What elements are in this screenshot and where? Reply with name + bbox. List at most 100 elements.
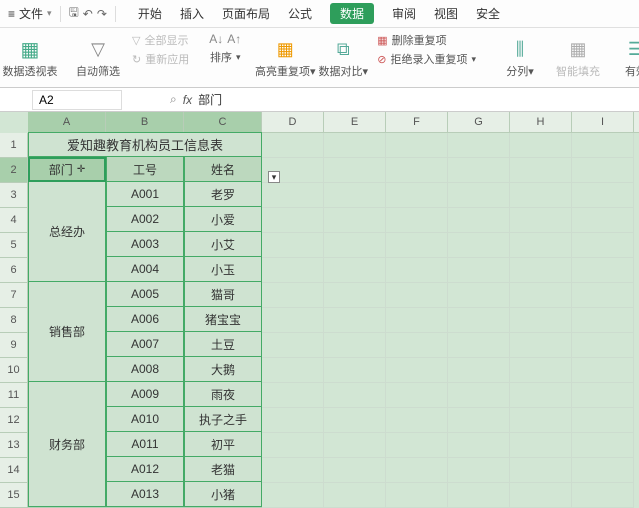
columns-button[interactable]: ⫼ 分列▾ (496, 32, 544, 84)
cell[interactable] (510, 333, 572, 358)
cell[interactable] (510, 458, 572, 483)
table-cell[interactable]: A010 (106, 407, 184, 432)
table-cell[interactable]: 小爱 (184, 207, 262, 232)
cell[interactable] (510, 433, 572, 458)
tab-start[interactable]: 开始 (138, 3, 162, 24)
undo-icon[interactable]: ↶ (83, 7, 93, 21)
file-menu[interactable]: ≡ 文件 ▾ (8, 5, 52, 22)
cell[interactable] (386, 208, 448, 233)
cell[interactable] (510, 483, 572, 508)
cell[interactable] (324, 208, 386, 233)
table-cell[interactable]: A009 (106, 382, 184, 407)
cell[interactable] (324, 233, 386, 258)
row-header[interactable]: 10 (0, 358, 28, 383)
cell[interactable] (510, 283, 572, 308)
cell[interactable] (386, 183, 448, 208)
table-cell[interactable]: A008 (106, 357, 184, 382)
tab-view[interactable]: 视图 (434, 3, 458, 24)
delete-dup-button[interactable]: ▦删除重复项 (377, 32, 476, 48)
sort-desc-icon[interactable]: A↑ (227, 32, 241, 46)
dept-cell[interactable]: 销售部 (28, 282, 106, 382)
cell[interactable] (510, 308, 572, 333)
cell[interactable] (448, 158, 510, 183)
cell[interactable] (510, 358, 572, 383)
cell[interactable] (572, 258, 634, 283)
cell[interactable] (386, 458, 448, 483)
table-cell[interactable]: A001 (106, 182, 184, 207)
cell[interactable] (448, 183, 510, 208)
cell[interactable] (386, 383, 448, 408)
cell[interactable] (448, 358, 510, 383)
cell[interactable] (262, 333, 324, 358)
cell[interactable] (448, 433, 510, 458)
cell[interactable] (572, 458, 634, 483)
cell[interactable] (386, 258, 448, 283)
cell[interactable] (262, 208, 324, 233)
compare-button[interactable]: ⧉ 数据对比▾ (319, 32, 367, 84)
cell[interactable] (262, 133, 324, 158)
cell[interactable] (262, 458, 324, 483)
header-id[interactable]: 工号 (106, 157, 184, 182)
table-cell[interactable]: 老罗 (184, 182, 262, 207)
table-cell[interactable]: 雨夜 (184, 382, 262, 407)
cell[interactable] (324, 158, 386, 183)
cell[interactable] (324, 483, 386, 508)
cell[interactable] (448, 258, 510, 283)
cell[interactable] (448, 458, 510, 483)
table-cell[interactable]: 老猫 (184, 457, 262, 482)
cell-reference-input[interactable] (32, 90, 122, 110)
cell[interactable] (324, 333, 386, 358)
cell[interactable] (448, 383, 510, 408)
cell[interactable] (262, 358, 324, 383)
col-header-a[interactable]: A (28, 112, 106, 132)
cell[interactable] (448, 133, 510, 158)
cell[interactable] (572, 158, 634, 183)
cell[interactable] (510, 183, 572, 208)
cell[interactable] (324, 133, 386, 158)
cell[interactable] (262, 183, 324, 208)
table-cell[interactable]: A003 (106, 232, 184, 257)
cell[interactable] (262, 433, 324, 458)
table-cell[interactable]: A013 (106, 482, 184, 507)
cell[interactable] (572, 233, 634, 258)
highlight-button[interactable]: ▦ 高亮重复项▾ (261, 32, 309, 84)
table-cell[interactable]: 小猪 (184, 482, 262, 507)
cell[interactable] (386, 308, 448, 333)
table-title[interactable]: 爱知趣教育机构员工信息表 (28, 132, 262, 157)
table-cell[interactable]: 小玉 (184, 257, 262, 282)
cell[interactable] (386, 158, 448, 183)
col-header-i[interactable]: I (572, 112, 634, 132)
col-header-h[interactable]: H (510, 112, 572, 132)
cell[interactable] (262, 233, 324, 258)
col-header-d[interactable]: D (262, 112, 324, 132)
tab-security[interactable]: 安全 (476, 3, 500, 24)
cell[interactable] (386, 358, 448, 383)
table-cell[interactable]: 土豆 (184, 332, 262, 357)
row-header[interactable]: 5 (0, 233, 28, 258)
cell[interactable] (572, 408, 634, 433)
cell[interactable] (324, 183, 386, 208)
tab-insert[interactable]: 插入 (180, 3, 204, 24)
row-header[interactable]: 13 (0, 433, 28, 458)
cell[interactable] (324, 358, 386, 383)
autofill-options-button[interactable]: ▾ (268, 171, 280, 183)
table-cell[interactable]: 猫哥 (184, 282, 262, 307)
row-header[interactable]: 8 (0, 308, 28, 333)
tab-layout[interactable]: 页面布局 (222, 3, 270, 24)
cell[interactable] (386, 408, 448, 433)
table-cell[interactable]: A011 (106, 432, 184, 457)
row-header[interactable]: 9 (0, 333, 28, 358)
cell[interactable] (324, 458, 386, 483)
cell[interactable] (262, 258, 324, 283)
row-header[interactable]: 3 (0, 183, 28, 208)
tab-data[interactable]: 数据 (330, 3, 374, 24)
row-header[interactable]: 15 (0, 483, 28, 508)
table-cell[interactable]: 猪宝宝 (184, 307, 262, 332)
pivot-button[interactable]: ▦ 数据透视表 (6, 32, 54, 84)
table-cell[interactable]: A012 (106, 457, 184, 482)
cell[interactable] (324, 433, 386, 458)
dept-cell[interactable]: 财务部 (28, 382, 106, 507)
cell[interactable] (572, 183, 634, 208)
cell[interactable] (572, 433, 634, 458)
sort-asc-icon[interactable]: A↓ (209, 32, 223, 46)
